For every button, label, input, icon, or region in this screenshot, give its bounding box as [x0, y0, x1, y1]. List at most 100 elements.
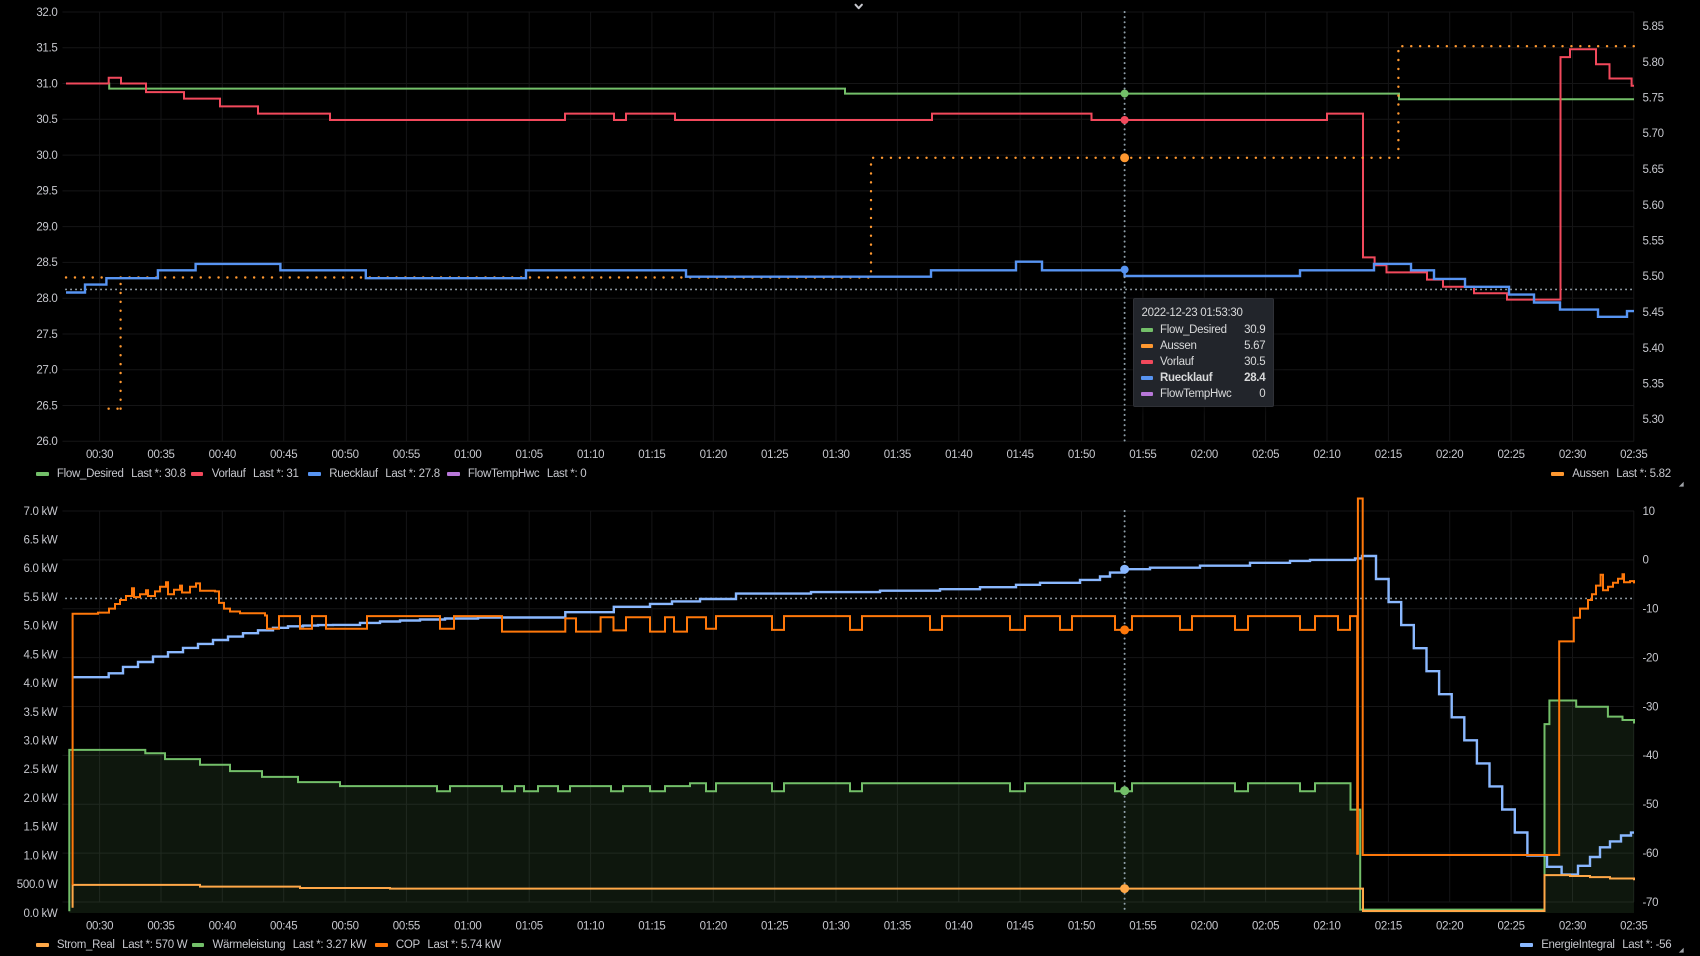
svg-text:-20: -20	[1643, 652, 1659, 664]
svg-text:-30: -30	[1643, 701, 1659, 713]
svg-text:01:30: 01:30	[822, 449, 849, 461]
svg-text:31.5: 31.5	[36, 43, 57, 55]
svg-text:02:30: 02:30	[1559, 921, 1586, 933]
svg-text:0.0 kW: 0.0 kW	[24, 908, 58, 920]
svg-text:1.5 kW: 1.5 kW	[24, 822, 58, 834]
svg-text:00:50: 00:50	[331, 921, 358, 933]
svg-text:5.60: 5.60	[1643, 200, 1664, 212]
svg-text:02:15: 02:15	[1375, 449, 1402, 461]
svg-text:10: 10	[1643, 506, 1655, 518]
svg-text:01:20: 01:20	[700, 921, 727, 933]
svg-text:02:00: 02:00	[1191, 449, 1218, 461]
svg-text:28.5: 28.5	[36, 257, 57, 269]
svg-text:28.0: 28.0	[36, 293, 57, 305]
svg-text:01:10: 01:10	[577, 449, 604, 461]
svg-text:01:15: 01:15	[638, 449, 665, 461]
svg-text:7.0 kW: 7.0 kW	[24, 506, 58, 518]
svg-text:00:35: 00:35	[147, 449, 174, 461]
svg-text:02:00: 02:00	[1191, 921, 1218, 933]
svg-text:01:35: 01:35	[884, 449, 911, 461]
svg-text:500.0 W: 500.0 W	[17, 879, 58, 891]
svg-text:02:25: 02:25	[1497, 449, 1524, 461]
svg-text:26.5: 26.5	[36, 400, 57, 412]
svg-text:02:30: 02:30	[1559, 449, 1586, 461]
svg-text:1.0 kW: 1.0 kW	[24, 850, 58, 862]
svg-text:01:55: 01:55	[1129, 449, 1156, 461]
svg-text:01:00: 01:00	[454, 921, 481, 933]
svg-text:02:10: 02:10	[1313, 921, 1340, 933]
svg-text:02:05: 02:05	[1252, 449, 1279, 461]
svg-text:-10: -10	[1643, 604, 1659, 616]
svg-text:00:40: 00:40	[209, 921, 236, 933]
svg-text:00:30: 00:30	[86, 921, 113, 933]
svg-text:01:45: 01:45	[1006, 449, 1033, 461]
svg-text:0: 0	[1643, 555, 1649, 567]
svg-text:-50: -50	[1643, 799, 1659, 811]
svg-text:27.0: 27.0	[36, 365, 57, 377]
svg-text:5.45: 5.45	[1643, 307, 1664, 319]
svg-text:3.0 kW: 3.0 kW	[24, 736, 58, 748]
svg-text:01:25: 01:25	[761, 921, 788, 933]
svg-text:01:50: 01:50	[1068, 449, 1095, 461]
svg-text:5.65: 5.65	[1643, 164, 1664, 176]
svg-text:5.30: 5.30	[1643, 414, 1664, 426]
svg-text:30.5: 30.5	[36, 114, 57, 126]
svg-text:01:15: 01:15	[638, 921, 665, 933]
svg-text:5.0 kW: 5.0 kW	[24, 621, 58, 633]
svg-text:01:00: 01:00	[454, 449, 481, 461]
svg-text:00:45: 00:45	[270, 449, 297, 461]
svg-text:30.0: 30.0	[36, 150, 57, 162]
svg-text:01:25: 01:25	[761, 449, 788, 461]
svg-text:31.0: 31.0	[36, 78, 57, 90]
svg-text:2.0 kW: 2.0 kW	[24, 793, 58, 805]
svg-text:6.5 kW: 6.5 kW	[24, 535, 58, 547]
svg-text:02:15: 02:15	[1375, 921, 1402, 933]
svg-text:02:05: 02:05	[1252, 921, 1279, 933]
svg-text:02:25: 02:25	[1497, 921, 1524, 933]
svg-text:5.85: 5.85	[1643, 21, 1664, 33]
svg-text:5.35: 5.35	[1643, 379, 1664, 391]
svg-text:29.0: 29.0	[36, 221, 57, 233]
svg-text:02:20: 02:20	[1436, 921, 1463, 933]
svg-text:26.0: 26.0	[36, 436, 57, 448]
svg-text:00:45: 00:45	[270, 921, 297, 933]
svg-text:01:05: 01:05	[516, 921, 543, 933]
svg-text:01:55: 01:55	[1129, 921, 1156, 933]
svg-text:01:30: 01:30	[822, 921, 849, 933]
svg-text:02:35: 02:35	[1620, 921, 1647, 933]
svg-text:4.5 kW: 4.5 kW	[24, 649, 58, 661]
svg-text:3.5 kW: 3.5 kW	[24, 707, 58, 719]
svg-text:00:55: 00:55	[393, 449, 420, 461]
svg-text:29.5: 29.5	[36, 186, 57, 198]
svg-text:5.5 kW: 5.5 kW	[24, 592, 58, 604]
svg-text:01:50: 01:50	[1068, 921, 1095, 933]
svg-text:5.55: 5.55	[1643, 236, 1664, 248]
svg-text:5.40: 5.40	[1643, 343, 1664, 355]
svg-text:32.0: 32.0	[36, 7, 57, 19]
svg-text:01:20: 01:20	[700, 449, 727, 461]
svg-text:02:35: 02:35	[1620, 449, 1647, 461]
svg-text:00:40: 00:40	[209, 449, 236, 461]
svg-text:5.80: 5.80	[1643, 57, 1664, 69]
svg-text:01:05: 01:05	[516, 449, 543, 461]
svg-text:6.0 kW: 6.0 kW	[24, 563, 58, 575]
svg-text:00:50: 00:50	[331, 449, 358, 461]
svg-text:01:40: 01:40	[945, 921, 972, 933]
svg-text:-40: -40	[1643, 750, 1659, 762]
svg-text:4.0 kW: 4.0 kW	[24, 678, 58, 690]
svg-text:00:35: 00:35	[147, 921, 174, 933]
svg-text:02:10: 02:10	[1313, 449, 1340, 461]
svg-text:01:40: 01:40	[945, 449, 972, 461]
svg-text:00:55: 00:55	[393, 921, 420, 933]
svg-text:02:20: 02:20	[1436, 449, 1463, 461]
svg-text:2.5 kW: 2.5 kW	[24, 764, 58, 776]
svg-text:01:45: 01:45	[1006, 921, 1033, 933]
svg-text:5.50: 5.50	[1643, 271, 1664, 283]
svg-text:5.75: 5.75	[1643, 93, 1664, 105]
svg-text:-70: -70	[1643, 897, 1659, 909]
svg-text:00:30: 00:30	[86, 449, 113, 461]
svg-text:27.5: 27.5	[36, 329, 57, 341]
svg-text:-60: -60	[1643, 848, 1659, 860]
svg-text:01:10: 01:10	[577, 921, 604, 933]
svg-text:5.70: 5.70	[1643, 128, 1664, 140]
